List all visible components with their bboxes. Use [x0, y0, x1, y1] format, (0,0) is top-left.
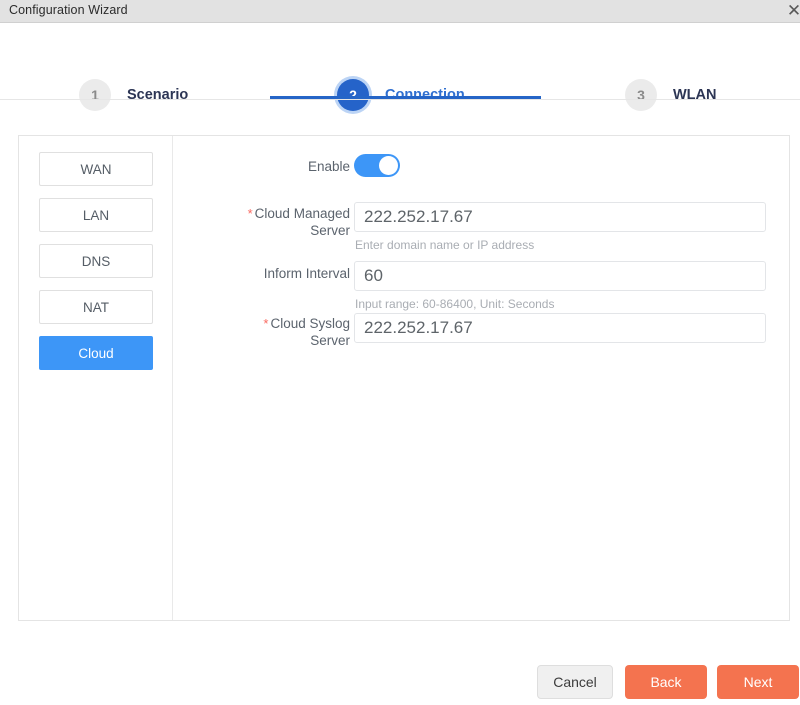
wizard-step-scenario[interactable]: 1 Scenario [79, 79, 188, 111]
cloud-syslog-server-label: * Cloud Syslog Server [263, 316, 350, 348]
window-titlebar: Configuration Wizard ✕ [0, 0, 800, 23]
back-button[interactable]: Back [625, 665, 707, 699]
sidebar-item-dns[interactable]: DNS [39, 244, 153, 278]
cancel-button[interactable]: Cancel [537, 665, 613, 699]
cloud-managed-server-label: * Cloud Managed Server [247, 206, 350, 238]
step-label: WLAN [673, 87, 717, 103]
enable-label: Enable [307, 159, 350, 174]
window-title: Configuration Wizard [9, 3, 128, 17]
required-asterisk-icon: * [247, 206, 253, 221]
sidebar-item-lan[interactable]: LAN [39, 198, 153, 232]
panel-sidebar: WAN LAN DNS NAT Cloud [19, 136, 173, 620]
sidebar-item-nat[interactable]: NAT [39, 290, 153, 324]
cloud-managed-server-input[interactable] [354, 202, 766, 232]
inform-interval-label: Inform Interval [263, 266, 350, 281]
wizard-step-header: 1 Scenario 2 Connection 3 WLAN [0, 23, 800, 111]
sidebar-item-cloud[interactable]: Cloud [39, 336, 153, 370]
enable-toggle[interactable] [354, 154, 400, 177]
toggle-knob [379, 156, 398, 175]
cloud-syslog-server-input[interactable] [354, 313, 766, 343]
next-button[interactable]: Next [717, 665, 799, 699]
step-label: Scenario [127, 87, 189, 103]
inform-interval-hint: Input range: 60-86400, Unit: Seconds [355, 297, 555, 311]
step-header-divider [0, 99, 800, 100]
configuration-panel: WAN LAN DNS NAT Cloud Enable * Cloud Mana… [18, 135, 790, 621]
step-number-badge: 1 [79, 79, 111, 111]
wizard-step-wlan[interactable]: 3 WLAN [625, 79, 717, 111]
step-number-badge: 2 [337, 79, 369, 111]
wizard-step-connection[interactable]: 2 Connection [337, 79, 465, 111]
required-asterisk-icon: * [263, 316, 269, 331]
close-icon[interactable]: ✕ [783, 1, 800, 21]
inform-interval-input[interactable] [354, 261, 766, 291]
sidebar-item-wan[interactable]: WAN [39, 152, 153, 186]
cloud-managed-server-hint: Enter domain name or IP address [355, 238, 535, 252]
step-label: Connection [385, 87, 465, 103]
cloud-settings-form: Enable *Cloud Managed Server Enter domai… [173, 136, 789, 620]
step-number-badge: 3 [625, 79, 657, 111]
